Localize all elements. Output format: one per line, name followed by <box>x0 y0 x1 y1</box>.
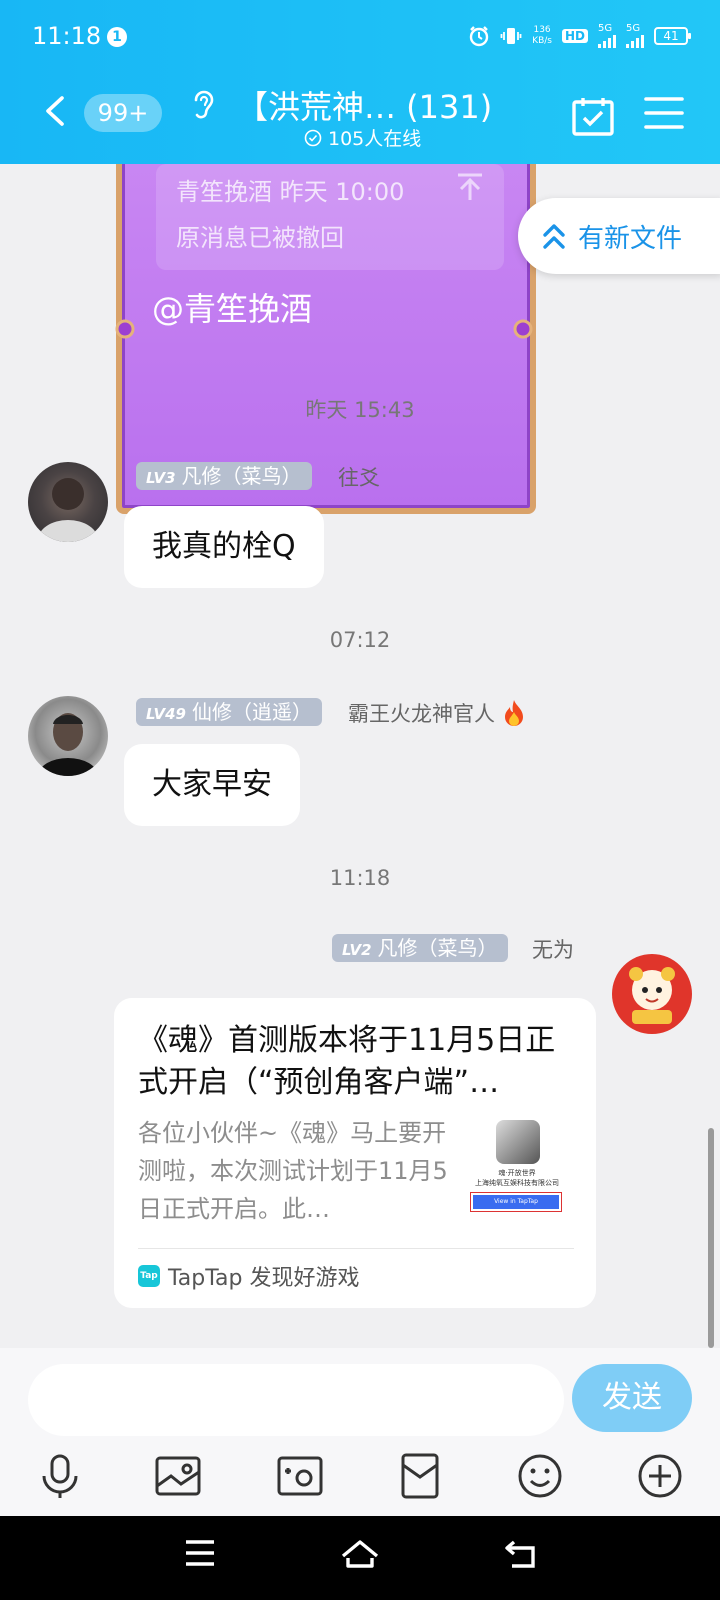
back-icon[interactable] <box>504 1538 538 1570</box>
timestamp: 11:18 <box>329 866 391 890</box>
sender-nickname[interactable]: 无为 <box>532 934 574 964</box>
signal-bars-icon <box>626 34 644 48</box>
group-title[interactable]: 【洪荒神… (131) <box>236 82 492 128</box>
sender-nickname[interactable]: 霸王火龙神官人 <box>348 698 527 728</box>
avatar-person-icon <box>38 478 98 542</box>
chat-message-list[interactable]: 青笙挽酒 昨天 10:00 原消息已被撤回 @青笙挽酒 有新文件 昨天 15:4… <box>0 164 720 1348</box>
card-corner-ornament-icon <box>513 319 533 339</box>
sender-nickname[interactable]: 往爻 <box>338 462 380 492</box>
unread-count-badge[interactable]: 99+ <box>84 94 162 132</box>
jump-up-icon[interactable] <box>456 172 484 202</box>
share-source: Tap TapTap 发现好游戏 <box>138 1260 359 1292</box>
hd-icon: HD <box>561 29 588 43</box>
plus-icon[interactable] <box>636 1452 684 1500</box>
level-tag: LV3 凡修（菜鸟） <box>136 462 312 490</box>
game-logo-icon <box>496 1120 540 1164</box>
divider <box>138 1248 574 1249</box>
timestamp: 07:12 <box>329 628 391 652</box>
microphone-icon[interactable] <box>36 1452 84 1500</box>
card-corner-ornament-icon <box>115 319 135 339</box>
image-icon[interactable] <box>154 1452 202 1500</box>
quoted-message-meta: 青笙挽酒 昨天 10:00 <box>176 178 405 206</box>
level-tag: LV49 仙修（逍遥） <box>136 698 322 726</box>
back-arrow-icon[interactable] <box>44 96 66 126</box>
battery-icon: 41 <box>654 27 691 45</box>
online-count: 105人在线 <box>304 124 421 151</box>
scrollbar[interactable] <box>708 1128 714 1348</box>
share-thumbnail: 魂·开放世界 上海纯氧互娱科技有限公司 View in TapTap <box>466 1120 568 1216</box>
level-tag: LV2 凡修（菜鸟） <box>332 934 508 962</box>
camera-icon[interactable] <box>276 1452 324 1500</box>
emoji-icon[interactable] <box>516 1452 564 1500</box>
status-bar: 11:18 1 136 KB/s HD 5G 5G 41 <box>0 22 720 54</box>
taptap-icon: Tap <box>138 1265 160 1287</box>
avatar[interactable] <box>28 462 108 542</box>
red-packet-icon[interactable] <box>396 1452 444 1500</box>
share-description: 各位小伙伴~《魂》马上要开测啦，本次测试计划于11月5日正式开启。此… <box>138 1119 448 1223</box>
fire-icon <box>505 700 523 726</box>
message-bubble[interactable]: 我真的栓Q <box>124 506 324 588</box>
avatar[interactable] <box>612 954 692 1034</box>
calendar-check-icon[interactable] <box>572 96 614 136</box>
alarm-icon <box>469 26 489 47</box>
send-button[interactable]: 发送 <box>572 1364 692 1432</box>
signal-2: 5G <box>626 24 644 48</box>
vibrate-icon <box>500 28 522 44</box>
share-title: 《魂》首测版本将于11月5日正式开启（“预创角客户端”… <box>138 1023 556 1100</box>
mention-text[interactable]: @青笙挽酒 <box>152 284 312 330</box>
check-circle-icon <box>304 129 322 146</box>
avatar-person-icon <box>38 713 98 776</box>
signal-bars-icon <box>598 34 616 48</box>
system-nav-bar <box>0 1516 720 1600</box>
signal-1: 5G <box>598 24 616 48</box>
status-time: 11:18 <box>32 22 102 50</box>
home-icon[interactable] <box>340 1538 380 1570</box>
avatar[interactable] <box>28 696 108 776</box>
avatar-mascot-icon <box>629 967 675 1024</box>
ear-icon[interactable] <box>190 86 216 122</box>
status-icons: 136 KB/s HD 5G 5G 41 <box>468 24 691 48</box>
new-file-button[interactable]: 有新文件 <box>518 198 720 274</box>
notification-badge: 1 <box>107 27 127 47</box>
menu-icon[interactable] <box>644 96 684 130</box>
share-link-card[interactable]: 《魂》首测版本将于11月5日正式开启（“预创角客户端”… 各位小伙伴~《魂》马上… <box>114 998 596 1308</box>
timestamp: 昨天 15:43 <box>305 398 415 422</box>
net-speed: 136 KB/s <box>532 25 552 46</box>
message-bubble[interactable]: 大家早安 <box>124 744 300 826</box>
composer: 发送 <box>0 1348 720 1516</box>
recents-menu-icon[interactable] <box>184 1538 216 1568</box>
quoted-message-text: 原消息已被撤回 <box>176 224 344 252</box>
chat-header: 11:18 1 136 KB/s HD 5G 5G 41 99+ 【洪荒神… (… <box>0 0 720 164</box>
double-chevron-up-icon <box>543 224 565 249</box>
message-input[interactable] <box>28 1364 564 1436</box>
